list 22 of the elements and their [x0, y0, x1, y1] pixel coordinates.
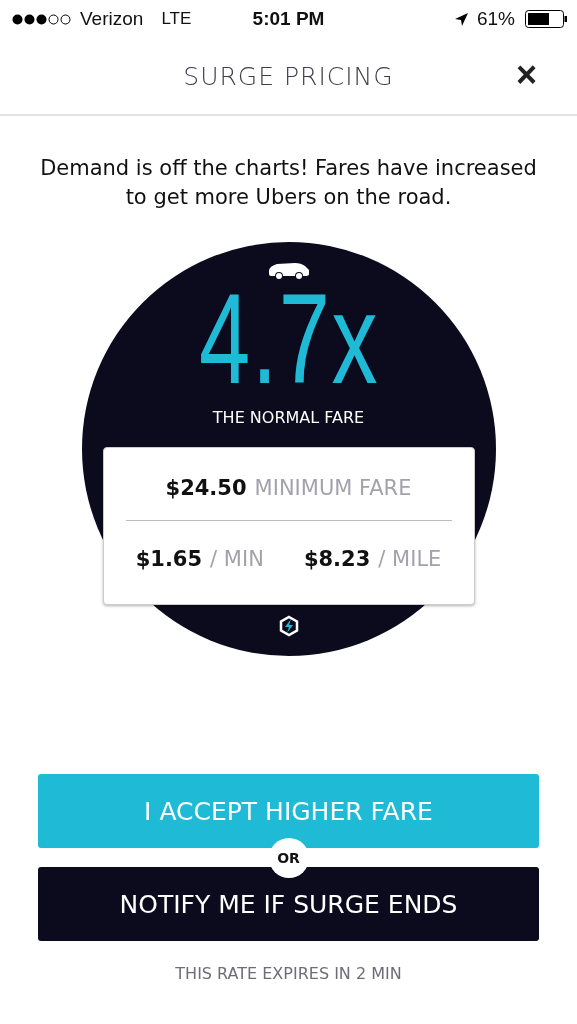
location-arrow-icon — [453, 11, 469, 27]
carrier-name: Verizon — [80, 8, 144, 30]
surge-message: Demand is off the charts! Fares have increased to get more Ubers on the road. — [40, 155, 537, 211]
lightning-icon — [277, 615, 300, 637]
network-type: LTE — [161, 9, 192, 29]
rate-amount: $1.65 — [135, 547, 203, 571]
battery-icon — [525, 10, 567, 28]
screen-title: SURGE PRICING — [183, 61, 394, 91]
notify-button[interactable]: NOTIFY ME IF SURGE ENDS — [38, 867, 539, 941]
expiry-note: THIS RATE EXPIRES IN 2 MIN — [174, 964, 403, 983]
minimum-fare-amount: $24.50 — [165, 476, 247, 500]
rate-unit: / MIN — [210, 547, 264, 571]
surge-multiplier: 4.7x — [198, 280, 379, 398]
car-icon — [266, 262, 311, 280]
close-button[interactable]: × — [515, 60, 537, 90]
clock-time: 5:01 PM — [252, 8, 325, 30]
battery-percent: 61% — [476, 8, 515, 30]
signal-icon — [12, 13, 72, 25]
rate-unit: / MILE — [378, 547, 442, 571]
rate-amount: $8.23 — [303, 547, 371, 571]
minimum-fare-label: MINIMUM FARE — [254, 476, 412, 500]
surge-caption: THE NORMAL FARE — [212, 408, 365, 427]
